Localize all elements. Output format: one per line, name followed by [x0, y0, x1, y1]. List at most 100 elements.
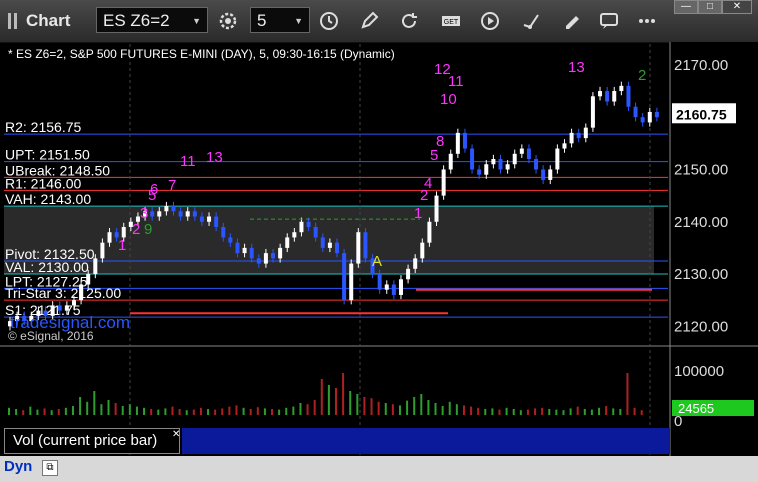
- symbol-select[interactable]: ES Z6=2 ▼: [96, 7, 208, 33]
- volume-tick-label: 100000: [674, 363, 724, 380]
- volume-bar: [434, 403, 437, 415]
- volume-bar: [356, 394, 359, 415]
- annotation-label: 13: [568, 59, 585, 76]
- candle: [590, 96, 595, 128]
- volume-panel-label[interactable]: Vol (current price bar): [4, 428, 180, 454]
- annotation-label: 13: [206, 149, 223, 166]
- volume-bar: [555, 409, 558, 415]
- volume-bar: [526, 409, 529, 415]
- annotation-label: 9: [144, 221, 152, 238]
- candle: [320, 237, 325, 248]
- price-chart[interactable]: R2: 2156.75UPT: 2151.50UBreak: 2148.50R1…: [0, 42, 758, 482]
- candle: [569, 132, 574, 144]
- candle: [335, 242, 339, 254]
- volume-bar: [484, 409, 487, 415]
- candle: [583, 127, 588, 139]
- volume-bar: [292, 406, 295, 415]
- get-icon[interactable]: GET: [440, 10, 462, 32]
- candle: [640, 117, 645, 123]
- symbol-value: ES Z6=2: [103, 11, 170, 30]
- y-tick-label: 2120.00: [674, 318, 728, 335]
- candle: [519, 148, 524, 154]
- close-button[interactable]: ✕: [722, 0, 752, 14]
- volume-bar: [612, 408, 615, 415]
- candle: [498, 159, 503, 170]
- volume-bar: [57, 409, 60, 415]
- drag-handle-icon[interactable]: [8, 13, 20, 29]
- candle: [427, 221, 432, 243]
- volume-bar: [590, 409, 593, 415]
- time-axis: [0, 456, 758, 482]
- volume-bar: [377, 401, 380, 415]
- candle: [292, 232, 297, 238]
- volume-bar: [107, 400, 110, 415]
- window-title: Chart: [26, 11, 71, 30]
- volume-bar: [420, 394, 423, 415]
- candle: [406, 268, 411, 280]
- volume-bar: [363, 397, 366, 415]
- dynamic-label[interactable]: Dyn: [4, 458, 32, 475]
- y-tick-label: 2170.00: [674, 57, 728, 74]
- clock-icon[interactable]: [318, 10, 340, 32]
- volume-bar: [406, 400, 409, 415]
- annotation-label: 1: [414, 205, 422, 222]
- annotation-label: 2: [638, 67, 646, 84]
- volume-bar: [470, 406, 473, 415]
- volume-bar: [477, 407, 480, 415]
- level-label-R1: R1: 2146.00: [5, 175, 81, 191]
- volume-bar: [135, 406, 138, 415]
- draw-tool-icon[interactable]: [520, 10, 542, 32]
- candle: [462, 132, 467, 149]
- pencil-icon[interactable]: [358, 10, 380, 32]
- minimize-button[interactable]: —: [674, 0, 698, 14]
- volume-bar: [235, 405, 238, 415]
- candle: [207, 216, 212, 222]
- candle: [434, 195, 439, 222]
- close-icon[interactable]: ✕: [172, 429, 180, 440]
- candle: [598, 91, 603, 97]
- settings-icon[interactable]: [217, 10, 239, 32]
- annotation-label: 1: [118, 237, 126, 254]
- dynamic-mode-icon[interactable]: ⧉: [42, 460, 58, 476]
- candle: [576, 132, 581, 139]
- interval-select[interactable]: 5 ▼: [250, 7, 310, 33]
- play-icon[interactable]: [479, 10, 501, 32]
- candle: [164, 206, 169, 212]
- volume-bar: [562, 410, 565, 415]
- volume-bar: [128, 404, 131, 415]
- volume-bar: [192, 409, 195, 415]
- candle: [349, 263, 354, 301]
- volume-bar: [71, 406, 74, 415]
- last-price-label: 2160.75: [676, 106, 727, 122]
- volume-bar: [441, 406, 444, 415]
- volume-bar: [36, 409, 39, 415]
- toolbar: Chart ES Z6=2 ▼ 5 ▼ GET — □ ✕: [0, 0, 758, 43]
- volume-bar: [455, 404, 458, 415]
- more-icon[interactable]: [636, 10, 658, 32]
- candle: [256, 258, 261, 264]
- volume-bar: [171, 406, 174, 415]
- y-tick-label: 2140.00: [674, 214, 728, 231]
- chat-icon[interactable]: [598, 10, 620, 32]
- level-label-UPT: UPT: 2151.50: [5, 147, 90, 163]
- volume-bar: [249, 409, 252, 415]
- volume-bar: [86, 401, 89, 415]
- volume-bar: [512, 409, 515, 415]
- candle: [541, 169, 546, 180]
- volume-bar: [605, 406, 608, 415]
- volume-bar: [29, 406, 32, 415]
- watermark: tradesignal.com: [10, 313, 130, 332]
- volume-bar: [626, 373, 629, 415]
- restore-button[interactable]: □: [698, 0, 722, 14]
- candle: [327, 242, 332, 248]
- candle: [363, 232, 368, 259]
- level-label-R2: R2: 2156.75: [5, 119, 81, 135]
- annotation-label: 12: [434, 61, 451, 78]
- volume-bar: [335, 388, 337, 415]
- pen-tool-icon[interactable]: [560, 10, 582, 32]
- candle: [526, 148, 531, 160]
- refresh-icon[interactable]: [398, 10, 420, 32]
- volume-bar: [576, 406, 579, 415]
- candle: [470, 148, 475, 170]
- annotation-label: 4: [424, 175, 432, 192]
